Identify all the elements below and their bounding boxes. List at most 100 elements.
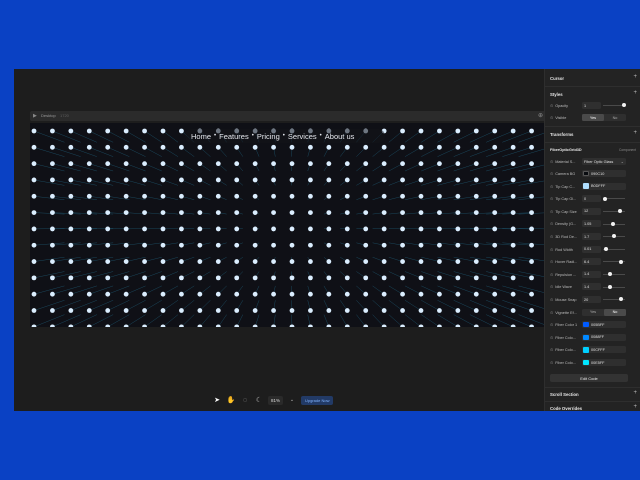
- color-field[interactable]: 090C10: [582, 170, 626, 177]
- vignette-toggle[interactable]: Yes No: [582, 308, 626, 316]
- pointer-icon[interactable]: ➤: [212, 395, 222, 405]
- material-select[interactable]: Fiber Optic Glass ⌄: [582, 158, 626, 165]
- fiber-optic-preview[interactable]: Home • Features • Pricing • Services • A…: [30, 123, 546, 327]
- color-field[interactable]: 005BFF: [582, 321, 626, 329]
- visible-no[interactable]: No: [604, 114, 626, 121]
- code-overrides-title[interactable]: Code Overrides: [550, 406, 582, 411]
- nav-pricing[interactable]: Pricing: [257, 132, 280, 141]
- add-breakpoint-icon[interactable]: ⊕: [538, 112, 543, 119]
- nav-services[interactable]: Services: [288, 132, 317, 141]
- comment-icon[interactable]: ◌: [240, 395, 250, 405]
- fiber-tip: [271, 242, 276, 248]
- property-slider[interactable]: [603, 246, 625, 251]
- add-override-icon[interactable]: +: [633, 404, 637, 410]
- play-icon[interactable]: ▶: [33, 113, 37, 119]
- color-hex[interactable]: 00CFFF: [591, 348, 605, 352]
- slider-knob[interactable]: [611, 221, 615, 226]
- fiber-tip: [160, 177, 166, 183]
- number-input[interactable]: 1.4: [582, 270, 601, 278]
- color-hex[interactable]: B0DFFF: [591, 184, 605, 188]
- nav-about[interactable]: About us: [325, 132, 355, 141]
- fiber-rod: [421, 271, 440, 279]
- color-hex[interactable]: 0088FF: [591, 335, 604, 339]
- property-slider[interactable]: [603, 272, 625, 277]
- color-swatch[interactable]: [583, 334, 589, 341]
- number-input[interactable]: 0.01: [582, 245, 601, 253]
- fiber-tip: [455, 291, 461, 297]
- zoom-level[interactable]: 81%: [268, 395, 284, 405]
- fiber-rod: [162, 147, 179, 157]
- add-cursor-icon[interactable]: +: [633, 74, 637, 80]
- fiber-rod: [486, 300, 514, 311]
- canvas-area[interactable]: ▶ Desktop 1720 ⊕ Home • Features • Prici…: [14, 69, 546, 411]
- color-field[interactable]: 00CFFF: [582, 346, 626, 354]
- slider-knob[interactable]: [608, 284, 612, 289]
- number-input[interactable]: 1.7: [582, 233, 601, 240]
- fiber-rod: [33, 163, 65, 172]
- material-value: Fiber Optic Glass: [584, 159, 614, 164]
- number-input[interactable]: 1.4: [582, 283, 601, 291]
- slider-knob[interactable]: [608, 272, 612, 277]
- property-slider[interactable]: [603, 259, 625, 264]
- visible-yes[interactable]: Yes: [582, 114, 604, 121]
- opacity-slider[interactable]: [603, 103, 626, 108]
- property-slider[interactable]: [603, 284, 625, 289]
- nav-features[interactable]: Features: [219, 132, 249, 141]
- color-swatch[interactable]: [583, 170, 589, 177]
- transforms-section-title[interactable]: Transforms: [550, 132, 573, 137]
- fiber-tip: [326, 226, 332, 232]
- number-input[interactable]: 20: [582, 296, 601, 303]
- slider-knob[interactable]: [619, 297, 623, 302]
- color-field[interactable]: 0088FF: [582, 333, 626, 341]
- opacity-input[interactable]: 1: [582, 102, 601, 109]
- add-scroll-icon[interactable]: +: [633, 390, 637, 396]
- frame-header[interactable]: ▶ Desktop 1720 ⊕: [30, 111, 546, 121]
- frame-name[interactable]: Desktop: [41, 113, 56, 118]
- moon-icon[interactable]: ☾: [254, 395, 264, 405]
- toggle-no[interactable]: No: [604, 308, 626, 316]
- hand-icon[interactable]: ✋: [226, 395, 236, 405]
- color-swatch[interactable]: [583, 359, 589, 366]
- slider-knob[interactable]: [618, 209, 622, 214]
- color-field[interactable]: 00E5FF: [582, 359, 626, 366]
- slider-knob[interactable]: [619, 259, 623, 264]
- color-swatch[interactable]: [583, 321, 589, 328]
- slider-knob[interactable]: [622, 103, 626, 108]
- slider-knob[interactable]: [612, 234, 616, 239]
- property-slider[interactable]: [603, 209, 625, 214]
- fiber-tip: [363, 161, 369, 167]
- property-slider[interactable]: [603, 221, 625, 226]
- slider-knob[interactable]: [603, 196, 607, 201]
- fiber-tip: [68, 226, 74, 232]
- upgrade-button[interactable]: Upgrade Now: [301, 395, 334, 405]
- color-hex[interactable]: 00E5FF: [591, 361, 605, 365]
- property-slider[interactable]: [603, 297, 625, 302]
- property-slider[interactable]: [603, 196, 625, 201]
- edit-code-button[interactable]: Edit Code: [550, 374, 628, 382]
- color-field[interactable]: B0DFFF: [582, 182, 626, 190]
- scroll-section-title[interactable]: Scroll Section: [550, 392, 579, 397]
- nav-home[interactable]: Home: [191, 132, 211, 141]
- color-swatch[interactable]: [583, 183, 589, 189]
- color-swatch[interactable]: [583, 347, 589, 353]
- cursor-section-title[interactable]: Cursor: [550, 76, 564, 81]
- fiber-tip: [105, 275, 111, 281]
- fiber-tip: [492, 210, 498, 215]
- number-input[interactable]: 1.05: [582, 220, 601, 228]
- color-hex[interactable]: 090C10: [591, 172, 604, 176]
- number-input[interactable]: 6.4: [582, 258, 601, 266]
- add-transform-icon[interactable]: +: [633, 130, 637, 136]
- fiber-tip: [326, 177, 332, 183]
- number-input[interactable]: 0: [582, 195, 601, 203]
- number-input[interactable]: 12: [582, 207, 601, 215]
- property-slider[interactable]: [603, 234, 625, 239]
- visible-toggle[interactable]: Yes No: [582, 114, 626, 121]
- chevron-down-icon[interactable]: ⌄: [287, 395, 297, 405]
- fiber-tip: [381, 177, 387, 183]
- color-hex[interactable]: 005BFF: [591, 323, 605, 327]
- fiber-rod: [469, 314, 495, 327]
- slider-knob[interactable]: [604, 246, 608, 251]
- toggle-yes[interactable]: Yes: [582, 309, 604, 316]
- add-style-icon[interactable]: +: [633, 90, 637, 96]
- fiber-tip: [400, 161, 405, 167]
